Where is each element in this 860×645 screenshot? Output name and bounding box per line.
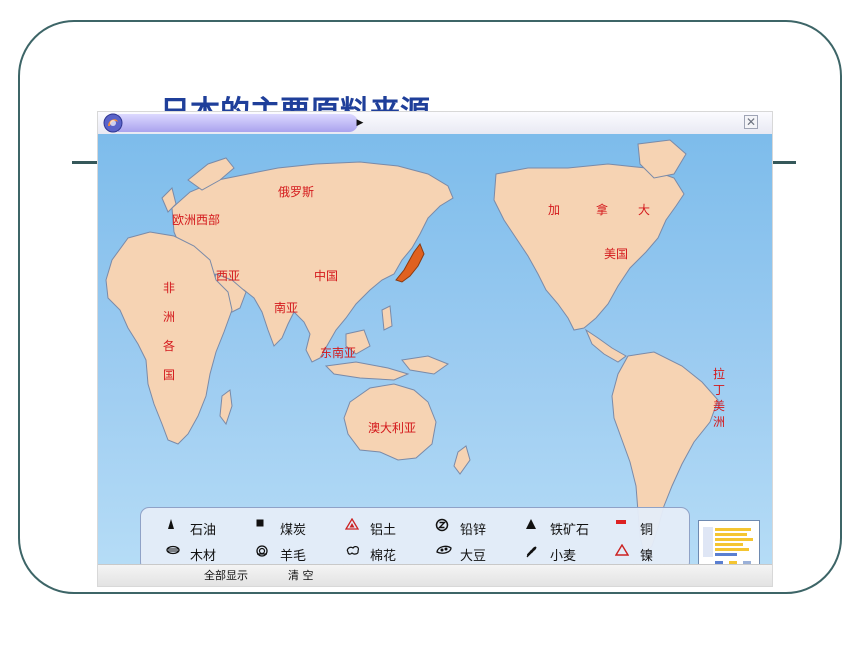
bauxite-icon [345, 518, 365, 538]
legend-item-wheat[interactable]: 小麦 [525, 544, 576, 564]
region-label-china[interactable]: 中国 [314, 268, 338, 284]
legend-label: 木材 [190, 548, 217, 564]
region-label-australia[interactable]: 澳大利亚 [368, 420, 416, 436]
legend-item-wool[interactable]: 羊毛 [255, 544, 306, 564]
close-button[interactable]: ✕ [744, 115, 758, 129]
legend-label: 大豆 [460, 548, 487, 564]
region-label-africa[interactable]: 非洲各国 [162, 274, 176, 390]
window-titlebar: ▶ ✕ [98, 112, 772, 135]
legend-label: 铝土 [370, 522, 397, 538]
legend-item-iron-ore[interactable]: 铁矿石 [525, 518, 589, 538]
legend-item-copper[interactable]: 铜 [615, 518, 653, 538]
region-label-southeast-asia[interactable]: 东南亚 [320, 345, 356, 361]
legend-item-oil[interactable]: 石油 [165, 518, 216, 538]
wool-icon [255, 544, 275, 564]
map-window: ▶ ✕ 欧洲西部 俄罗斯 西亚 中国 南亚 东南亚 非洲各国 澳大利亚 加 拿 … [98, 112, 772, 586]
central-america [584, 328, 627, 363]
coal-icon [255, 518, 275, 538]
show-all-button[interactable]: 全部显示 [204, 568, 248, 584]
clear-button[interactable]: 清 空 [288, 568, 314, 584]
legend-label: 小麦 [550, 548, 577, 564]
madagascar [219, 389, 233, 426]
north-america-landmass [493, 163, 685, 331]
region-label-usa[interactable]: 美国 [604, 246, 628, 262]
legend-label: 铜 [640, 522, 654, 538]
legend-label: 棉花 [370, 548, 397, 564]
legend-item-bauxite[interactable]: 铝土 [345, 518, 396, 538]
region-label-canada-1[interactable]: 加 [548, 202, 560, 218]
cotton-icon [345, 544, 365, 564]
soybean-icon [435, 544, 455, 564]
region-label-latin-america[interactable]: 拉丁美洲 [712, 366, 726, 430]
new-zealand [453, 445, 471, 475]
legend-item-timber[interactable]: 木材 [165, 544, 216, 564]
title-underline-right [770, 161, 796, 164]
world-map: 欧洲西部 俄罗斯 西亚 中国 南亚 东南亚 非洲各国 澳大利亚 加 拿 大 美国… [98, 134, 772, 572]
oil-icon [165, 518, 185, 538]
region-label-south-asia[interactable]: 南亚 [274, 300, 298, 316]
copper-icon [615, 518, 635, 538]
legend-label: 石油 [190, 522, 217, 538]
iron-ore-icon [525, 518, 545, 538]
indonesia [324, 361, 410, 381]
legend-label: 镍 [640, 548, 654, 564]
region-label-europe-west[interactable]: 欧洲西部 [172, 212, 220, 228]
map-shapes [105, 139, 719, 555]
wheat-icon [525, 544, 545, 564]
legend-label: 铁矿石 [550, 522, 590, 538]
legend-item-nickel[interactable]: 镍 [615, 544, 653, 564]
title-pill [118, 114, 358, 132]
legend-item-soybean[interactable]: 大豆 [435, 544, 486, 564]
legend-item-lead-zinc[interactable]: 铅锌 [435, 518, 486, 538]
play-arrow-button[interactable]: ▶ [352, 115, 368, 131]
philippines [381, 305, 393, 331]
new-guinea [401, 355, 450, 375]
region-label-west-asia[interactable]: 西亚 [216, 268, 240, 284]
legend-label: 煤炭 [280, 522, 307, 538]
nickel-icon [615, 544, 635, 564]
region-label-canada-3[interactable]: 大 [638, 202, 650, 218]
app-logo-icon [103, 113, 123, 133]
legend-label: 羊毛 [280, 548, 307, 564]
region-label-canada-2[interactable]: 拿 [596, 202, 608, 218]
window-statusbar: 全部显示 清 空 [98, 564, 772, 586]
region-label-russia[interactable]: 俄罗斯 [278, 184, 314, 200]
legend-item-cotton[interactable]: 棉花 [345, 544, 396, 564]
legend-label: 铅锌 [460, 522, 487, 538]
resource-legend: 石油 煤炭 铝土 铅锌 铁矿石 铜 木材 羊毛 棉花 大豆 小麦 镍 [140, 507, 690, 571]
lead-zinc-icon [435, 518, 455, 538]
timber-icon [165, 544, 185, 564]
legend-item-coal[interactable]: 煤炭 [255, 518, 306, 538]
